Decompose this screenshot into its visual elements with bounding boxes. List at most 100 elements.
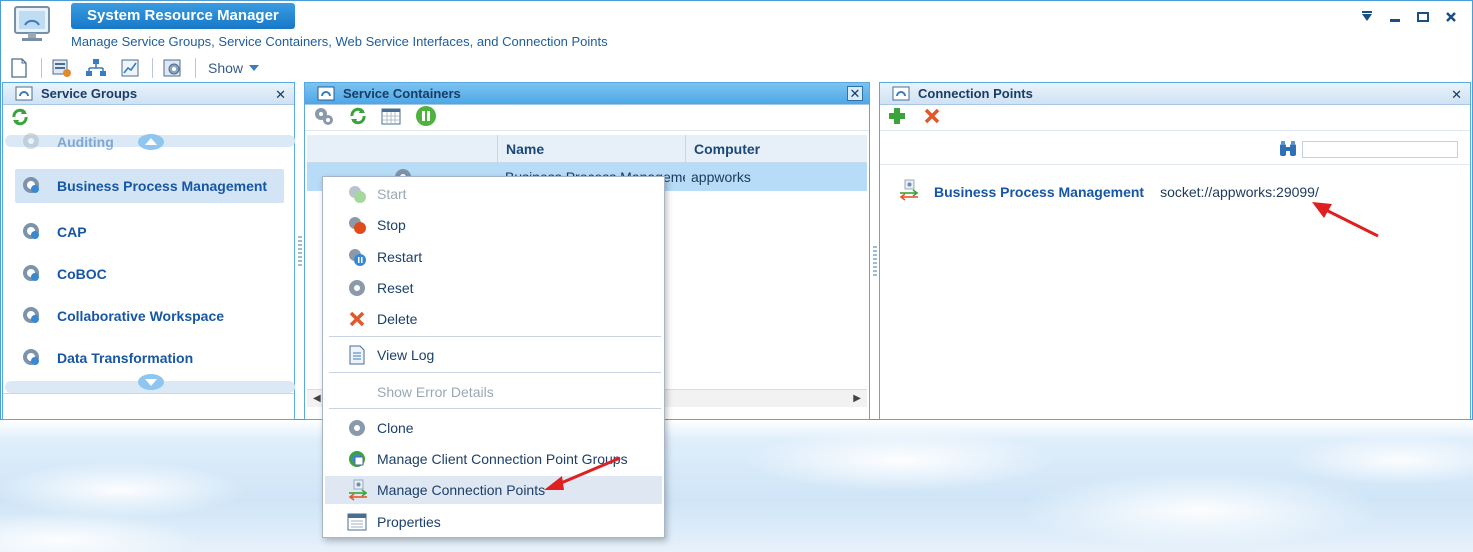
- log-icon: [347, 345, 367, 365]
- refresh-icon[interactable]: [11, 108, 29, 129]
- list-item-label: Business Process Management: [57, 178, 268, 194]
- menu-item-label: Reset: [377, 280, 414, 296]
- search-bar: [880, 135, 1470, 165]
- column-header-icon: [307, 135, 497, 162]
- binoculars-icon[interactable]: [1278, 140, 1298, 161]
- annotation-arrow: [1312, 202, 1379, 238]
- add-icon[interactable]: [888, 107, 906, 128]
- connection-point-name[interactable]: Business Process Management: [934, 184, 1144, 200]
- menu-item-stop[interactable]: Stop: [325, 211, 662, 239]
- gear-icon: [21, 175, 41, 198]
- properties-icon: [347, 512, 367, 532]
- menu-item-label: Show Error Details: [377, 384, 494, 400]
- menu-item-restart[interactable]: Restart: [325, 243, 662, 271]
- search-input[interactable]: [1302, 141, 1458, 158]
- list-item[interactable]: CoBOC: [3, 253, 296, 295]
- chevron-down-icon: [249, 65, 260, 71]
- menu-item-view-log[interactable]: View Log: [325, 341, 662, 369]
- close-panel-icon[interactable]: ✕: [1451, 87, 1462, 103]
- close-icon[interactable]: [1444, 11, 1458, 25]
- connection-point-url: socket://appworks:29099/: [1160, 183, 1319, 200]
- connection-points-title: Connection Points: [918, 86, 1033, 101]
- gear-icon: [21, 221, 41, 244]
- service-groups-panel: Service Groups ✕ Auditing Business Proce…: [2, 82, 295, 420]
- stop-icon: [347, 215, 367, 235]
- menu-dropdown-icon[interactable]: [1360, 11, 1374, 25]
- close-panel-icon[interactable]: ✕: [275, 87, 286, 103]
- restart-icon: [347, 247, 367, 267]
- menu-item-label: View Log: [377, 347, 435, 363]
- list-item[interactable]: CAP: [3, 211, 296, 253]
- app-title: System Resource Manager: [71, 3, 295, 29]
- delete-icon: [347, 309, 367, 329]
- clone-icon: [347, 418, 367, 438]
- connection-points-panel: Connection Points ✕ Business Process Man…: [879, 82, 1471, 420]
- scroll-down-icon[interactable]: [137, 373, 165, 391]
- client-groups-icon: [347, 449, 367, 469]
- chart-report-icon[interactable]: [118, 57, 142, 79]
- grid-header: Name Computer: [307, 135, 867, 163]
- list-item-label: Data Transformation: [57, 350, 194, 366]
- scroll-left-icon[interactable]: ◀: [313, 393, 321, 404]
- reset-icon: [347, 278, 367, 298]
- menu-item-delete[interactable]: Delete: [325, 305, 662, 333]
- show-menu-button[interactable]: Show: [208, 60, 260, 76]
- panel-icon: [15, 86, 33, 100]
- list-item[interactable]: Business Process Management socket://app…: [898, 179, 1319, 204]
- menu-item-start[interactable]: Start: [325, 180, 662, 208]
- gear-icon: [21, 263, 41, 286]
- annotation-arrow: [544, 456, 621, 490]
- menu-item-label: Start: [377, 186, 407, 202]
- new-document-icon[interactable]: [7, 57, 31, 79]
- service-groups-header: Service Groups ✕: [3, 83, 294, 105]
- connection-points-header: Connection Points ✕: [880, 83, 1470, 105]
- list-item-label: CAP: [57, 224, 87, 240]
- list-item-label: CoBOC: [57, 266, 107, 282]
- menu-item-reset[interactable]: Reset: [325, 274, 662, 302]
- column-header-name[interactable]: Name: [497, 135, 685, 162]
- list-item-selected[interactable]: Business Process Management: [15, 169, 284, 203]
- show-menu-label: Show: [208, 60, 244, 76]
- calendar-grid-icon[interactable]: [381, 107, 401, 128]
- database-settings-icon[interactable]: [50, 57, 74, 79]
- hierarchy-icon[interactable]: [84, 57, 108, 79]
- menu-item-label: Properties: [377, 514, 441, 530]
- main-toolbar: Show: [7, 55, 260, 81]
- splitter-handle[interactable]: [298, 236, 302, 266]
- delete-icon[interactable]: [924, 108, 940, 127]
- minimize-icon[interactable]: [1388, 11, 1402, 25]
- service-containers-title: Service Containers: [343, 86, 461, 101]
- gear-icon: [21, 131, 41, 154]
- splitter-handle[interactable]: [873, 246, 877, 276]
- menu-item-label: Clone: [377, 420, 414, 436]
- menu-item-label: Restart: [377, 249, 423, 265]
- connection-point-icon: [898, 179, 920, 204]
- cloud-background: [0, 420, 1473, 552]
- list-item-label: Collaborative Workspace: [57, 308, 225, 324]
- list-item[interactable]: Collaborative Workspace: [3, 295, 296, 337]
- pause-icon[interactable]: [415, 105, 437, 130]
- column-header-computer[interactable]: Computer: [685, 135, 867, 162]
- menu-item-label: Stop: [377, 217, 406, 233]
- list-item[interactable]: Auditing: [3, 127, 296, 157]
- app-subtitle: Manage Service Groups, Service Container…: [71, 34, 608, 49]
- menu-item-properties[interactable]: Properties: [325, 508, 662, 536]
- gear-icon: [21, 305, 41, 328]
- service-groups-title: Service Groups: [41, 86, 138, 101]
- cell-computer: appworks: [691, 169, 751, 185]
- panel-icon: [892, 86, 910, 100]
- close-panel-icon[interactable]: ✕: [847, 86, 863, 101]
- service-containers-header: Service Containers ✕: [305, 83, 869, 105]
- gears-icon[interactable]: [313, 106, 335, 129]
- menu-item-clone[interactable]: Clone: [325, 414, 662, 442]
- menu-item-show-error-details[interactable]: Show Error Details: [325, 378, 662, 406]
- menu-item-label: Manage Connection Points: [377, 482, 546, 498]
- server-config-icon[interactable]: [161, 57, 185, 79]
- panel-icon: [317, 86, 335, 100]
- menu-item-label: Delete: [377, 311, 418, 327]
- refresh-icon[interactable]: [349, 107, 367, 128]
- scroll-right-icon[interactable]: ▶: [853, 393, 861, 404]
- gear-icon: [21, 347, 41, 370]
- maximize-icon[interactable]: [1416, 11, 1430, 25]
- monitor-icon: [13, 5, 53, 43]
